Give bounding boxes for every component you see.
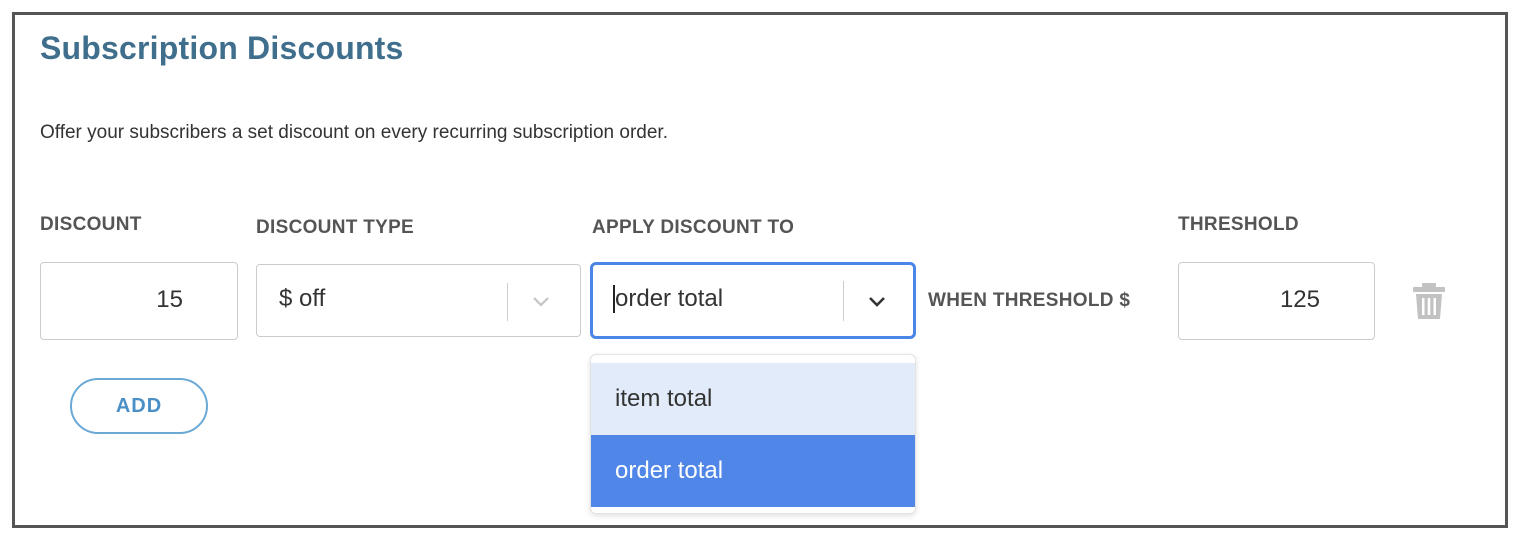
discount-type-value: $ off bbox=[279, 285, 326, 312]
discount-input[interactable]: 15 bbox=[40, 262, 238, 340]
apply-discount-to-select[interactable]: order total bbox=[590, 262, 916, 339]
panel-title: Subscription Discounts bbox=[40, 30, 404, 66]
select-divider bbox=[507, 283, 508, 321]
chevron-down-icon[interactable] bbox=[867, 295, 887, 309]
threshold-input[interactable]: 125 bbox=[1178, 262, 1375, 340]
discount-type-select[interactable]: $ off bbox=[256, 264, 581, 337]
when-threshold-label: WHEN THRESHOLD $ bbox=[928, 290, 1131, 311]
discount-label: DISCOUNT bbox=[40, 214, 142, 235]
dropdown-option-item-total[interactable]: item total bbox=[591, 363, 915, 435]
apply-to-dropdown-menu: item total order total bbox=[590, 354, 916, 514]
add-button[interactable]: ADD bbox=[70, 378, 208, 434]
dropdown-option-order-total[interactable]: order total bbox=[591, 435, 915, 507]
trash-icon[interactable] bbox=[1412, 282, 1446, 320]
select-divider bbox=[843, 281, 844, 321]
chevron-down-icon[interactable] bbox=[531, 295, 551, 309]
discount-type-label: DISCOUNT TYPE bbox=[256, 217, 415, 238]
text-cursor bbox=[613, 285, 615, 313]
panel-description: Offer your subscribers a set discount on… bbox=[40, 122, 668, 143]
threshold-label: THRESHOLD bbox=[1178, 214, 1299, 235]
apply-discount-to-label: APPLY DISCOUNT TO bbox=[592, 217, 795, 238]
apply-to-value: order total bbox=[615, 285, 724, 312]
